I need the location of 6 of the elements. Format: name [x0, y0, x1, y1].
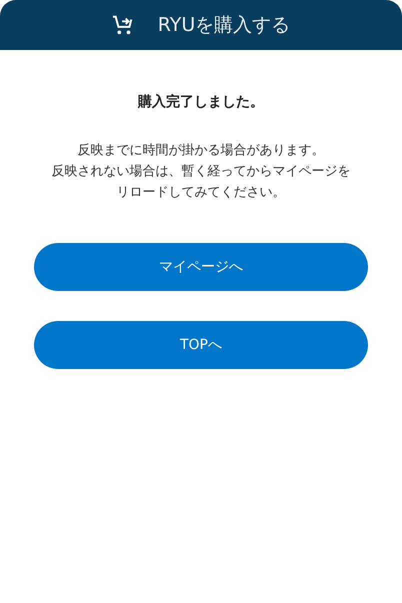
nav-button[interactable]: TOPへ: [34, 321, 368, 369]
nav-button[interactable]: マイページへ: [34, 243, 368, 291]
completion-heading: 購入完了しました。: [136, 92, 265, 112]
header-title: RYUを購入する: [158, 12, 290, 38]
cart-icon: [112, 14, 134, 36]
notice-text: 反映までに時間が掛かる場合があります。 反映されない場合は、暫く経ってからマイページを リロードしてみてください。: [50, 142, 352, 202]
